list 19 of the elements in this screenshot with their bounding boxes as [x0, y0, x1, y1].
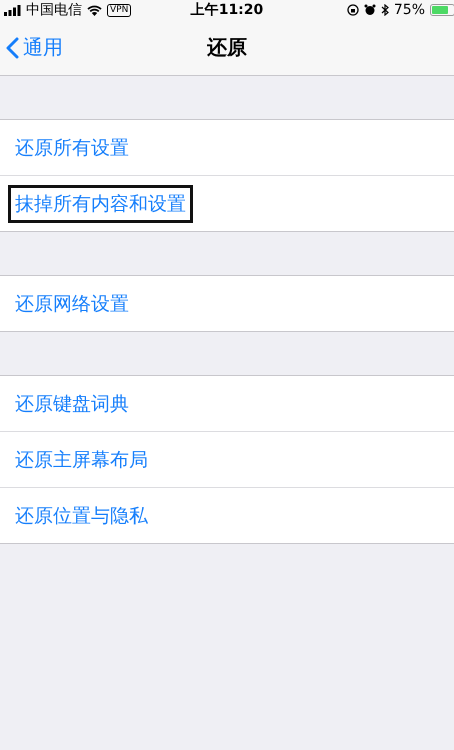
reset-option[interactable]: 还原网络设置	[8, 284, 136, 322]
reset-option[interactable]: 还原键盘词典	[8, 384, 136, 422]
carrier-name: 中国电信	[26, 1, 82, 19]
bluetooth-icon	[380, 4, 389, 16]
reset-option[interactable]: 抹掉所有内容和设置	[8, 184, 193, 222]
rotation-lock-icon	[346, 4, 359, 16]
reset-option[interactable]: 还原位置与隐私	[8, 496, 155, 534]
signal-icon	[4, 4, 21, 16]
battery-icon	[430, 4, 454, 16]
wifi-icon	[87, 4, 102, 16]
battery-percent: 75%	[394, 2, 425, 18]
vpn-badge: VPN	[107, 4, 132, 16]
back-button[interactable]: 通用	[0, 34, 63, 61]
reset-option[interactable]: 还原主屏幕布局	[8, 440, 155, 478]
page-title: 还原	[207, 34, 247, 61]
reset-option[interactable]: 还原所有设置	[8, 128, 136, 166]
clock-time: 上午11:20	[190, 2, 264, 18]
chevron-left-icon	[6, 36, 19, 58]
alarm-icon	[364, 4, 376, 16]
